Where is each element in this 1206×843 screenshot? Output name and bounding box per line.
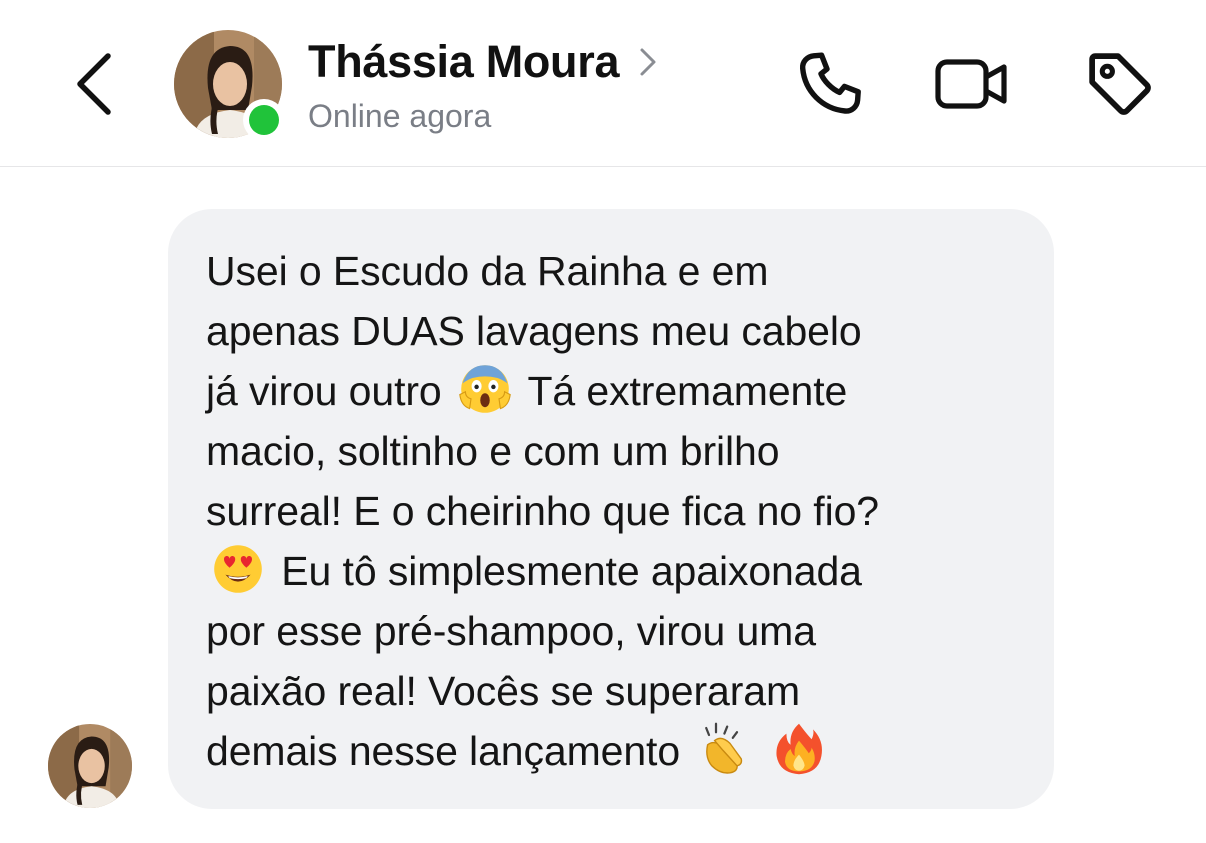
message-bubble[interactable]: Usei o Escudo da Rainha e em apenas DUAS…: [168, 209, 1054, 809]
back-button[interactable]: [68, 46, 124, 122]
clapping-hands-emoji: [705, 722, 743, 774]
message-sender-avatar[interactable]: [48, 724, 132, 808]
tag-icon: [1089, 53, 1151, 115]
chat-header: Thássia Moura Online agora: [0, 0, 1206, 167]
contact-status: Online agora: [308, 98, 492, 134]
video-call-button[interactable]: [932, 44, 1012, 124]
chevron-right-icon: [640, 48, 656, 76]
video-camera-icon: [935, 59, 1007, 109]
message-text: Usei o Escudo da Rainha e em apenas DUAS…: [206, 241, 1024, 781]
face-screaming-in-fear-emoji: [459, 365, 511, 413]
tag-button[interactable]: [1080, 44, 1160, 124]
heart-eyes-emoji: [214, 545, 262, 593]
chevron-left-icon: [77, 53, 111, 115]
message-text-part-4: [755, 728, 766, 774]
fire-emoji: [776, 723, 822, 775]
call-button[interactable]: [790, 44, 870, 124]
contact-name: Thássia Moura: [308, 36, 620, 87]
contact-name-link[interactable]: Thássia Moura: [308, 36, 659, 88]
phone-icon: [799, 52, 861, 114]
online-status-indicator: [243, 99, 285, 141]
